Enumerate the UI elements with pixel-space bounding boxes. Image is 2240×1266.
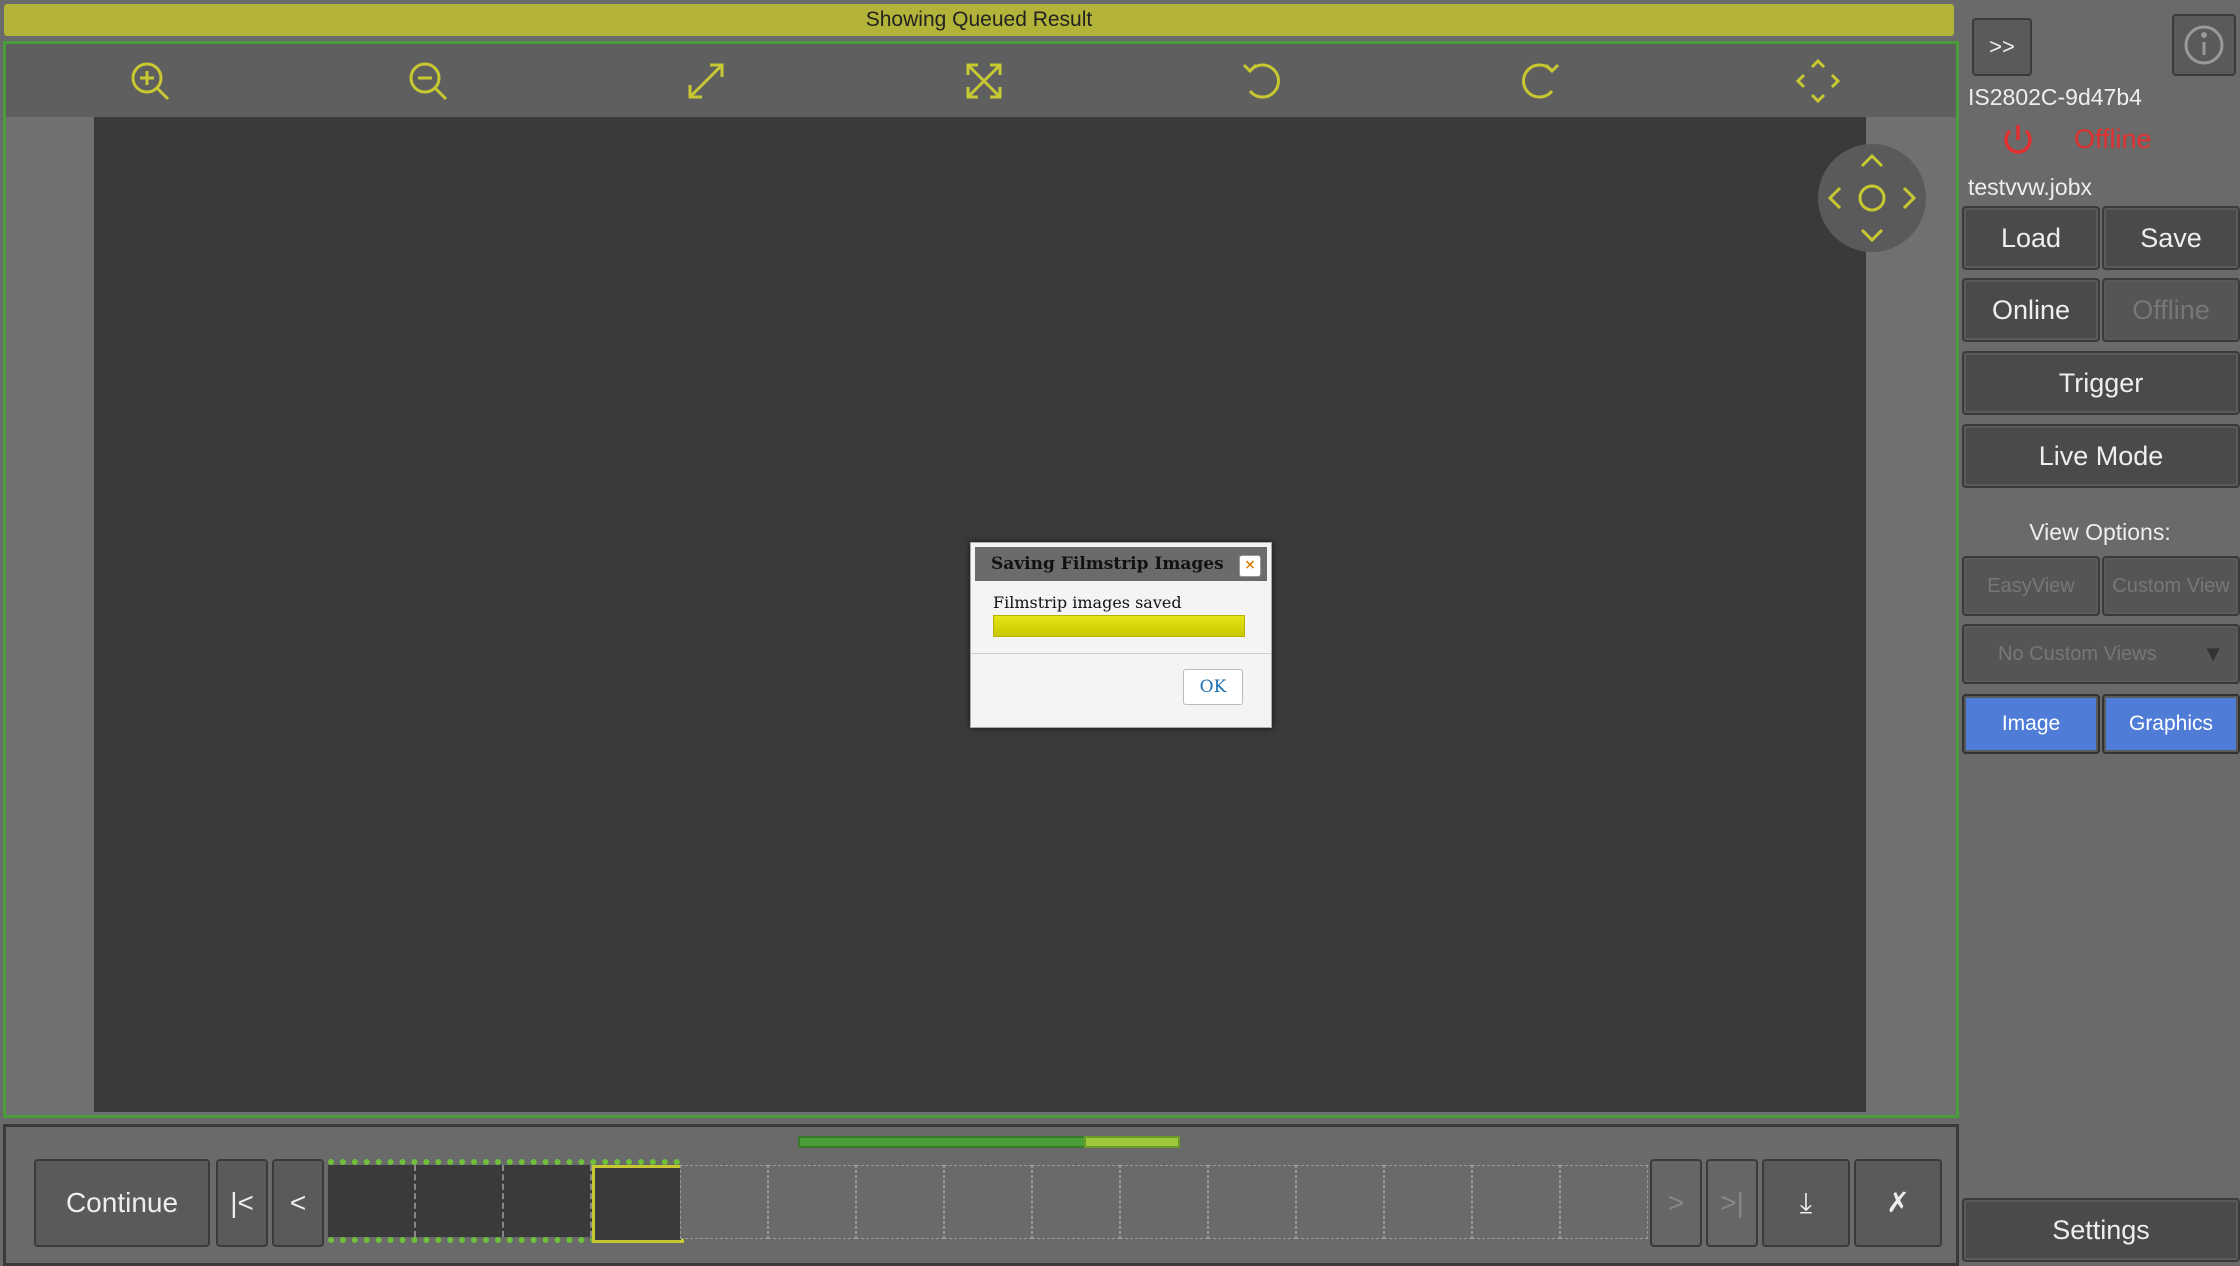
status-text: Showing Queued Result — [865, 8, 1093, 31]
first-frame-button[interactable]: |< — [216, 1159, 268, 1247]
offline-button: Offline — [2102, 278, 2240, 342]
filmstrip-frame[interactable] — [328, 1165, 416, 1237]
zoom-out-icon — [409, 62, 448, 100]
clear-filmstrip-button[interactable]: ✗ — [1854, 1159, 1942, 1247]
fit-window-button[interactable] — [845, 44, 1123, 117]
custom-view-button: Custom View — [2102, 556, 2240, 616]
filmstrip-frame[interactable] — [1208, 1165, 1296, 1239]
filmstrip-frame[interactable] — [1296, 1165, 1384, 1239]
custom-views-select-value: No Custom Views — [1998, 643, 2157, 665]
filmstrip-bar: Continue |< < > >| ⤓ ✗ — [3, 1124, 1959, 1266]
zoom-in-icon — [131, 62, 170, 100]
dropdown-arrow-icon: ▼ — [2202, 641, 2224, 666]
filmstrip[interactable] — [328, 1159, 1648, 1243]
load-button[interactable]: Load — [1962, 206, 2100, 270]
image-toggle-button[interactable]: Image — [1962, 694, 2100, 754]
pan-left-icon[interactable] — [1827, 186, 1842, 210]
pan-center-icon[interactable] — [1858, 184, 1886, 212]
dialog-title-text: Saving Filmstrip Images — [991, 554, 1224, 574]
filmstrip-frame[interactable] — [768, 1165, 856, 1239]
dialog-message: Filmstrip images saved — [993, 593, 1182, 612]
trigger-button[interactable]: Trigger — [1962, 351, 2240, 415]
custom-views-select: No Custom Views ▼ — [1962, 624, 2240, 684]
dialog-divider — [971, 653, 1271, 654]
status-bar: Showing Queued Result — [4, 4, 1954, 36]
live-mode-button[interactable]: Live Mode — [1962, 424, 2240, 488]
prev-frame-button[interactable]: < — [272, 1159, 324, 1247]
filmstrip-frame[interactable] — [944, 1165, 1032, 1239]
filmstrip-frame[interactable] — [1032, 1165, 1120, 1239]
fit-expand-icon — [688, 63, 724, 98]
filmstrip-frame[interactable] — [856, 1165, 944, 1239]
dialog-progress-fill — [994, 616, 1244, 636]
filmstrip-frame[interactable] — [504, 1165, 592, 1237]
settings-button[interactable]: Settings — [1962, 1198, 2240, 1262]
graphics-toggle-button[interactable]: Graphics — [2102, 694, 2240, 754]
filmstrip-frame[interactable] — [592, 1165, 684, 1243]
job-file-name: testvvw.jobx — [1968, 174, 2092, 200]
rotate-right-icon — [1522, 63, 1560, 98]
rotate-left-button[interactable] — [1123, 44, 1401, 117]
device-name: IS2802C-9d47b4 — [1968, 84, 2142, 110]
continue-button[interactable]: Continue — [34, 1159, 210, 1247]
side-panel: >> IS2802C-9d47b4 Offline testvvw.jobx L… — [1960, 0, 2240, 1264]
pan-right-icon[interactable] — [1902, 186, 1917, 210]
fit-expand-button[interactable] — [567, 44, 845, 117]
dialog-ok-button[interactable]: OK — [1183, 669, 1243, 705]
download-button[interactable]: ⤓ — [1762, 1159, 1850, 1247]
pan-up-icon[interactable] — [1860, 153, 1884, 168]
last-frame-button: >| — [1706, 1159, 1758, 1247]
filmstrip-frame[interactable] — [680, 1165, 768, 1239]
pan-arrows-icon — [1796, 58, 1840, 103]
fit-window-icon — [966, 63, 1002, 98]
info-icon — [2184, 25, 2224, 65]
device-status: Offline — [2074, 124, 2152, 154]
dialog-close-button[interactable]: × — [1239, 555, 1261, 577]
pan-button[interactable] — [1679, 44, 1957, 117]
info-button[interactable] — [2172, 14, 2236, 76]
zoom-in-button[interactable] — [11, 44, 289, 117]
next-frame-button: > — [1650, 1159, 1702, 1247]
filmstrip-scrollbar-thumb[interactable] — [1084, 1136, 1180, 1148]
expand-panel-button[interactable]: >> — [1972, 18, 2032, 76]
zoom-out-button[interactable] — [289, 44, 567, 117]
filmstrip-frame[interactable] — [1120, 1165, 1208, 1239]
dialog-title: Saving Filmstrip Images × — [975, 547, 1267, 581]
online-button[interactable]: Online — [1962, 278, 2100, 342]
filmstrip-frame[interactable] — [416, 1165, 504, 1237]
saving-filmstrip-dialog: Saving Filmstrip Images × Filmstrip imag… — [970, 542, 1272, 728]
rotate-right-button[interactable] — [1401, 44, 1679, 117]
dialog-progress-bar — [993, 615, 1245, 637]
viewer-toolbar — [6, 44, 1956, 117]
pan-down-icon[interactable] — [1860, 228, 1884, 243]
filmstrip-frame[interactable] — [1560, 1165, 1648, 1239]
easyview-button: EasyView — [1962, 556, 2100, 616]
rotate-left-icon — [1242, 63, 1280, 98]
filmstrip-frame[interactable] — [1472, 1165, 1560, 1239]
filmstrip-frame[interactable] — [1384, 1165, 1472, 1239]
save-button[interactable]: Save — [2102, 206, 2240, 270]
pan-control[interactable] — [1818, 144, 1926, 252]
view-options-label: View Options: — [2029, 519, 2171, 545]
power-icon — [2000, 122, 2036, 158]
